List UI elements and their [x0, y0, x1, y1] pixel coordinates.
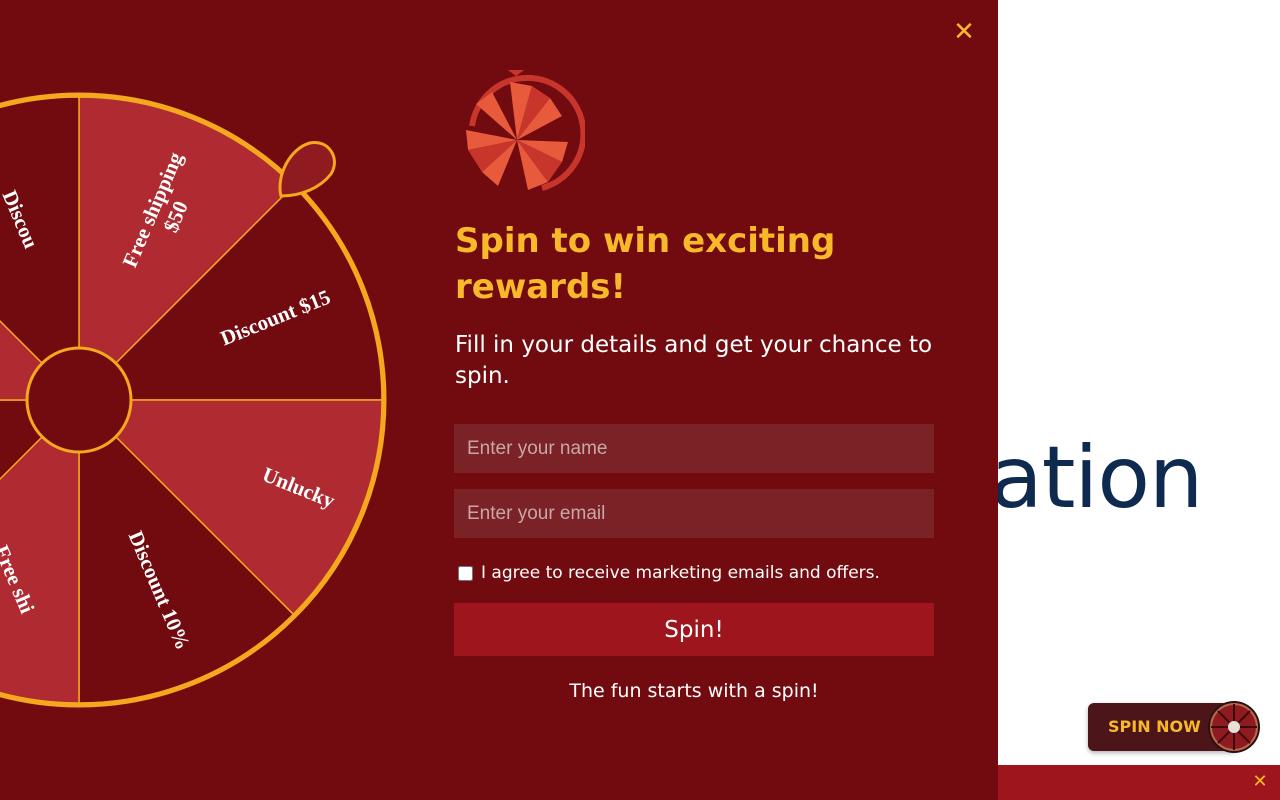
consent-checkbox[interactable] — [458, 565, 473, 581]
consent-label: I agree to receive marketing emails and … — [481, 563, 880, 583]
wheel-hub — [25, 346, 133, 454]
email-input[interactable] — [454, 489, 934, 538]
mini-wheel-icon[interactable] — [1206, 699, 1262, 755]
prize-wheel[interactable]: Free shipping $50 Discount $15 Unlucky D… — [0, 0, 400, 720]
close-icon[interactable]: ✕ — [1250, 771, 1270, 793]
popup-subtitle: Fill in your details and get your chance… — [455, 332, 933, 389]
wheel-logo-icon — [466, 70, 585, 191]
tagline: The fun starts with a spin! — [569, 680, 819, 702]
wheel-pointer-icon — [278, 141, 336, 198]
spin-button[interactable]: Spin! — [454, 603, 934, 656]
name-input[interactable] — [454, 424, 934, 473]
popup-title: Spin to win exciting rewards! — [455, 221, 836, 307]
consent-row: I agree to receive marketing emails and … — [458, 563, 880, 583]
spin-now-label: SPIN NOW — [1108, 717, 1201, 736]
spin-popup: Free shipping $50 Discount $15 Unlucky D… — [0, 0, 998, 800]
close-icon[interactable]: ✕ — [950, 18, 978, 46]
bottom-bar: ✕ — [998, 765, 1280, 800]
background-heading: ation — [990, 428, 1203, 528]
